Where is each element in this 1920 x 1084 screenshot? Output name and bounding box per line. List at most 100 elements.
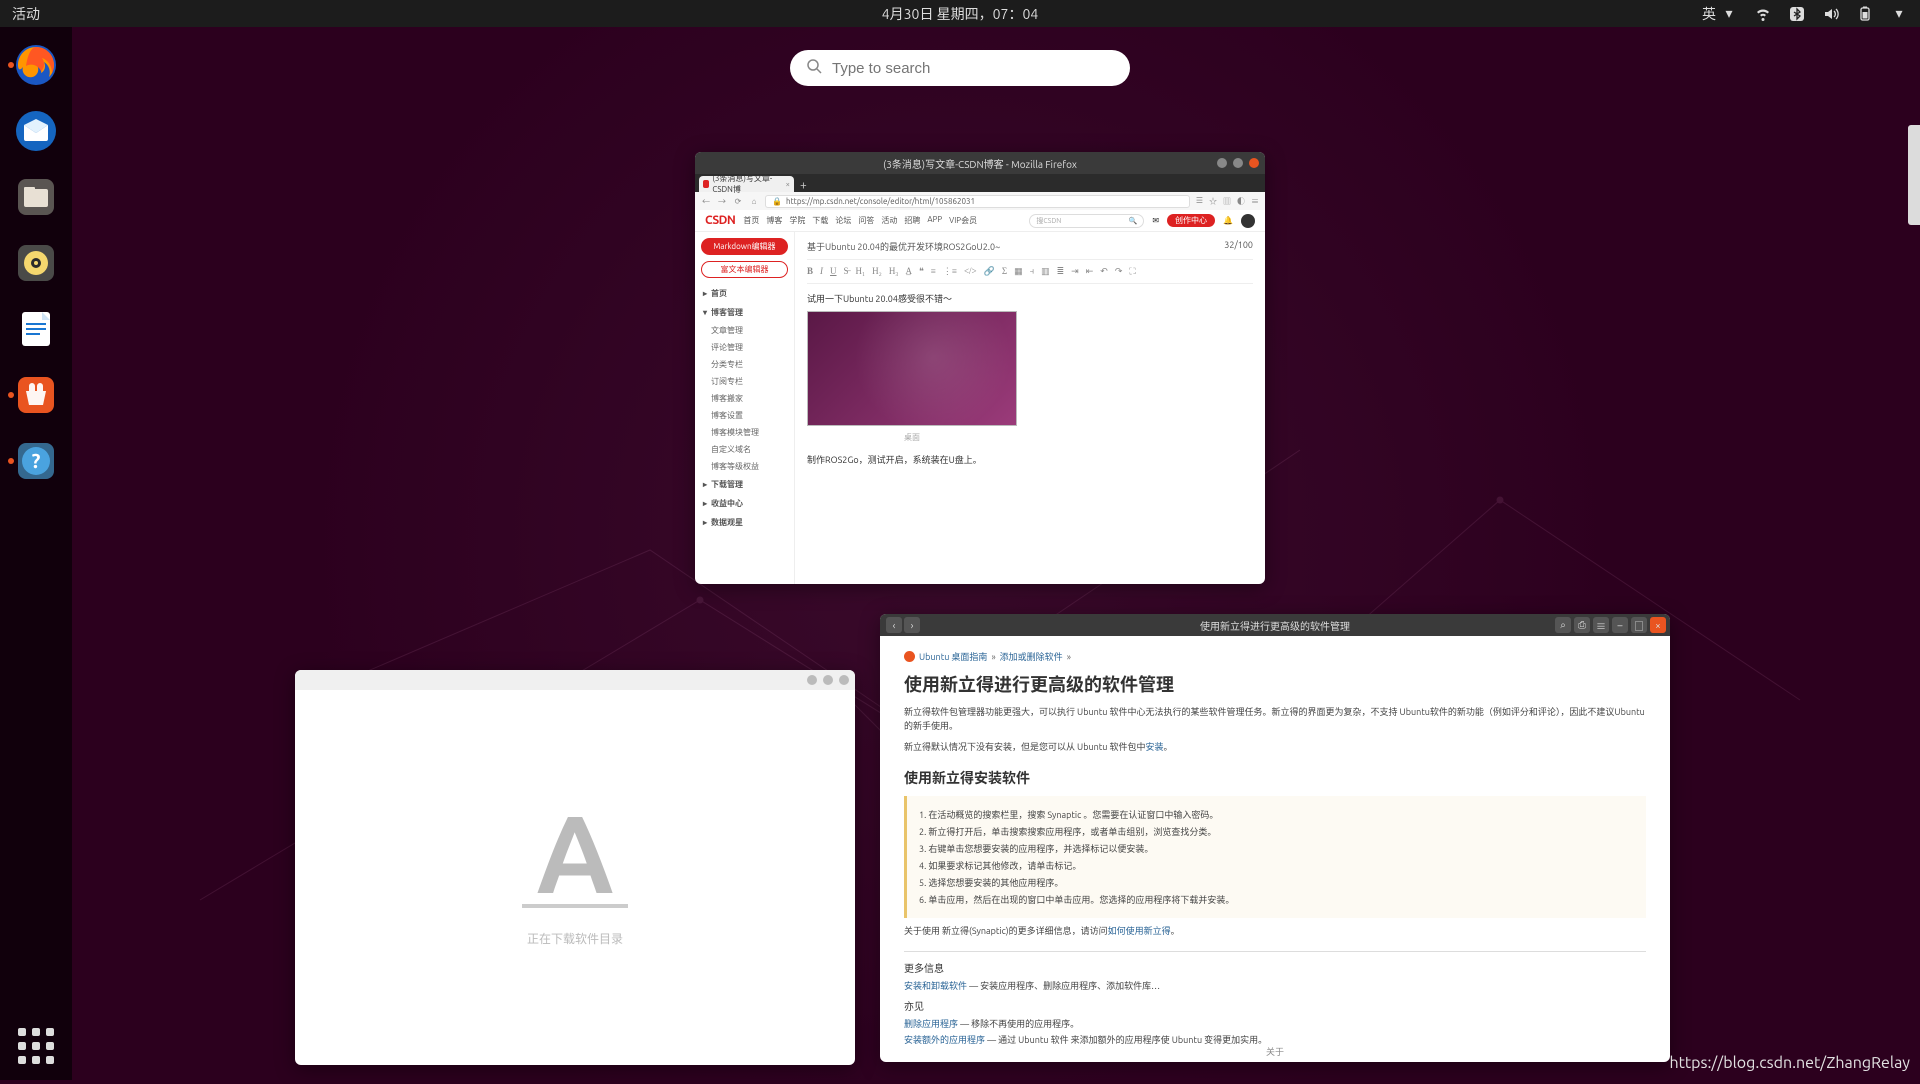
close-icon[interactable]: ×: [1650, 617, 1666, 633]
files-icon[interactable]: [6, 167, 66, 227]
chevron-down-icon[interactable]: ▾: [1890, 5, 1908, 23]
minimize-icon[interactable]: [807, 675, 817, 685]
avatar[interactable]: [1241, 214, 1255, 228]
publish-button[interactable]: 创作中心: [1167, 214, 1215, 227]
ime-indicator[interactable]: 英 ▾: [1702, 4, 1738, 24]
minimize-icon[interactable]: –: [1612, 617, 1628, 633]
find-icon[interactable]: ⌕: [1555, 617, 1571, 633]
help-icon[interactable]: ?: [6, 431, 66, 491]
nav-item[interactable]: 活动: [881, 215, 897, 226]
firefox-titlebar[interactable]: (3条消息)写文章-CSDN博客 - Mozilla Firefox: [695, 152, 1265, 174]
italic-icon[interactable]: I: [820, 266, 823, 277]
back-icon[interactable]: ←: [701, 196, 711, 207]
library-icon[interactable]: ▥: [1223, 196, 1231, 207]
address-input[interactable]: 🔒 https://mp.csdn.net/console/editor/htm…: [765, 195, 1190, 208]
align-icon[interactable]: ≣: [1057, 266, 1065, 277]
ol-icon[interactable]: ⋮≡: [943, 266, 957, 277]
color-icon[interactable]: A̲: [905, 266, 912, 277]
link[interactable]: 安装和卸载软件: [904, 981, 967, 991]
software-titlebar[interactable]: [295, 670, 855, 690]
help-titlebar[interactable]: ‹ › 使用新立得进行更高级的软件管理 ⌕ ⎙ ≡ – □ ×: [880, 614, 1670, 636]
nav-item[interactable]: 学院: [789, 215, 805, 226]
reader-icon[interactable]: ☰: [1196, 196, 1203, 207]
code-icon[interactable]: </>: [964, 266, 977, 277]
nav-item[interactable]: VIP会员: [949, 215, 977, 226]
sidebar-sub[interactable]: 博客设置: [701, 407, 788, 424]
fullscreen-icon[interactable]: ⛶: [1129, 266, 1135, 277]
chart-icon[interactable]: ⫞: [1030, 266, 1035, 277]
firefox-icon[interactable]: [6, 35, 66, 95]
h3-icon[interactable]: H₃: [889, 266, 899, 277]
howto-link[interactable]: 如何使用新立得: [1108, 926, 1171, 936]
firefox-window[interactable]: (3条消息)写文章-CSDN博客 - Mozilla Firefox (3条消息…: [695, 152, 1265, 584]
minimize-icon[interactable]: [1217, 158, 1227, 168]
rhythmbox-icon[interactable]: [6, 233, 66, 293]
editor-content[interactable]: 试用一下Ubuntu 20.04感受很不错～ 桌面 制作ROS2Go，测试开启，…: [807, 284, 1253, 474]
sidebar-item-data[interactable]: ▸ 数据观星: [701, 513, 788, 532]
thunderbird-icon[interactable]: [6, 101, 66, 161]
print-icon[interactable]: ⎙: [1574, 617, 1590, 633]
activities-button[interactable]: 活动: [12, 4, 40, 24]
nav-item[interactable]: 招聘: [904, 215, 920, 226]
clock[interactable]: 4月30日 星期四，07：04: [882, 4, 1038, 24]
forward-icon[interactable]: ›: [904, 617, 920, 633]
sidebar-item-download[interactable]: ▸ 下载管理: [701, 475, 788, 494]
nav-item[interactable]: 下载: [812, 215, 828, 226]
menu-icon[interactable]: ≡: [1593, 617, 1609, 633]
indent-icon[interactable]: ⇥: [1071, 266, 1079, 277]
csdn-logo[interactable]: CSDN: [705, 214, 735, 227]
sidebar-sub[interactable]: 文章管理: [701, 322, 788, 339]
csdn-search-input[interactable]: 搜CSDN🔍: [1029, 214, 1144, 228]
outdent-icon[interactable]: ⇤: [1086, 266, 1094, 277]
install-link[interactable]: 安装: [1146, 742, 1164, 752]
article-title-input[interactable]: 基于Ubuntu 20.04的最优开发环境ROS2GoU2.0~: [807, 240, 1000, 253]
tab-close-icon[interactable]: ×: [785, 180, 790, 189]
link-icon[interactable]: 🔗: [984, 266, 995, 277]
bold-icon[interactable]: B: [807, 266, 813, 277]
image-icon[interactable]: ▦: [1014, 266, 1023, 277]
battery-icon[interactable]: [1856, 5, 1874, 23]
ul-icon[interactable]: ≡: [931, 266, 936, 277]
wifi-icon[interactable]: [1754, 5, 1772, 23]
sidebar-sub[interactable]: 自定义域名: [701, 441, 788, 458]
notification-icon[interactable]: 🔔: [1223, 216, 1233, 225]
maximize-icon[interactable]: [823, 675, 833, 685]
sidebar-sub[interactable]: 订阅专栏: [701, 373, 788, 390]
breadcrumb-link[interactable]: 添加或删除软件: [1000, 650, 1063, 663]
richtext-editor-button[interactable]: 富文本编辑器: [701, 261, 788, 278]
bookmark-icon[interactable]: ☆: [1209, 196, 1217, 207]
sidebar-item-ask[interactable]: ▸ 收益中心: [701, 494, 788, 513]
sidebar-sub[interactable]: 博客等级权益: [701, 458, 788, 475]
nav-item[interactable]: 问答: [858, 215, 874, 226]
redo-icon[interactable]: ↷: [1115, 266, 1123, 277]
markdown-editor-button[interactable]: Markdown编辑器: [701, 238, 788, 255]
strike-icon[interactable]: S̶: [844, 266, 849, 277]
message-icon[interactable]: ✉: [1152, 216, 1159, 225]
sidebar-sub[interactable]: 博客模块管理: [701, 424, 788, 441]
nav-item[interactable]: APP: [927, 215, 942, 226]
browser-tab[interactable]: (3条消息)写文章-CSDN博 ×: [699, 176, 794, 192]
maximize-icon[interactable]: □: [1631, 617, 1647, 633]
underline-icon[interactable]: U: [830, 266, 837, 277]
volume-icon[interactable]: [1822, 5, 1840, 23]
close-icon[interactable]: [839, 675, 849, 685]
h1-icon[interactable]: H₁: [856, 266, 866, 277]
image-thumbnail[interactable]: [807, 311, 1017, 426]
account-icon[interactable]: ◐: [1237, 196, 1245, 207]
bluetooth-icon[interactable]: [1788, 5, 1806, 23]
home-icon[interactable]: ⌂: [749, 197, 759, 206]
ubuntu-software-window[interactable]: A 正在下载软件目录: [295, 670, 855, 1065]
sigma-icon[interactable]: Σ: [1002, 266, 1007, 277]
sidebar-item-home[interactable]: ▸ 首页: [701, 284, 788, 303]
sidebar-sub[interactable]: 评论管理: [701, 339, 788, 356]
menu-icon[interactable]: ≡: [1251, 196, 1259, 207]
sidebar-sub[interactable]: 分类专栏: [701, 356, 788, 373]
sidebar-item-blog-mgmt[interactable]: ▾ 博客管理: [701, 303, 788, 322]
ubuntu-software-icon[interactable]: [6, 365, 66, 425]
forward-icon[interactable]: →: [717, 196, 727, 207]
quote-icon[interactable]: ❝: [919, 266, 924, 277]
maximize-icon[interactable]: [1233, 158, 1243, 168]
undo-icon[interactable]: ↶: [1100, 266, 1108, 277]
breadcrumb-link[interactable]: Ubuntu 桌面指南: [919, 650, 987, 663]
nav-item[interactable]: 首页: [743, 215, 759, 226]
